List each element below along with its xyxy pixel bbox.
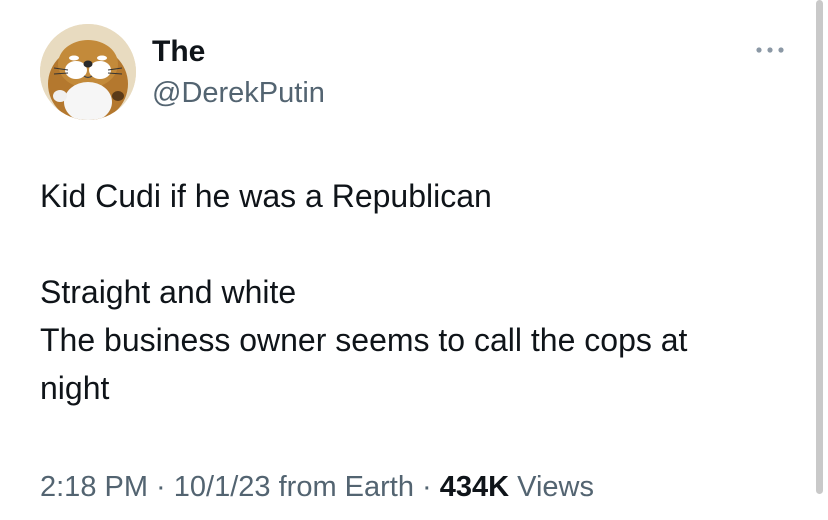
more-options-button[interactable] — [752, 38, 788, 62]
tweet-text-line: night — [40, 370, 110, 406]
tweet-text-line: Straight and white — [40, 274, 297, 310]
more-horizontal-icon — [756, 47, 784, 53]
tweet-text-line: The business owner seems to call the cop… — [40, 322, 688, 358]
views-label[interactable]: Views — [509, 471, 594, 503]
views-count[interactable]: 434K — [440, 471, 509, 503]
avatar[interactable] — [40, 24, 136, 120]
author-handle[interactable]: @DerekPutin — [152, 76, 325, 110]
tweet-card: The @DerekPutin Kid Cudi if he was a Rep… — [0, 0, 828, 520]
meta-separator: · — [413, 471, 440, 503]
tweet-time[interactable]: 2:18 PM — [40, 471, 148, 503]
author-display-name[interactable]: The — [152, 34, 205, 70]
tweet-metadata: 2:18 PM · 10/1/23 from Earth · 434K View… — [40, 470, 594, 504]
cartoon-mole-avatar-icon — [40, 24, 136, 120]
scrollbar[interactable] — [816, 0, 823, 494]
meta-separator: · — [148, 471, 174, 503]
tweet-date[interactable]: 10/1/23 — [174, 471, 271, 503]
tweet-source: from Earth — [270, 471, 414, 503]
tweet-text: Kid Cudi if he was a Republican Straight… — [40, 172, 800, 412]
tweet-text-line: Kid Cudi if he was a Republican — [40, 178, 492, 214]
